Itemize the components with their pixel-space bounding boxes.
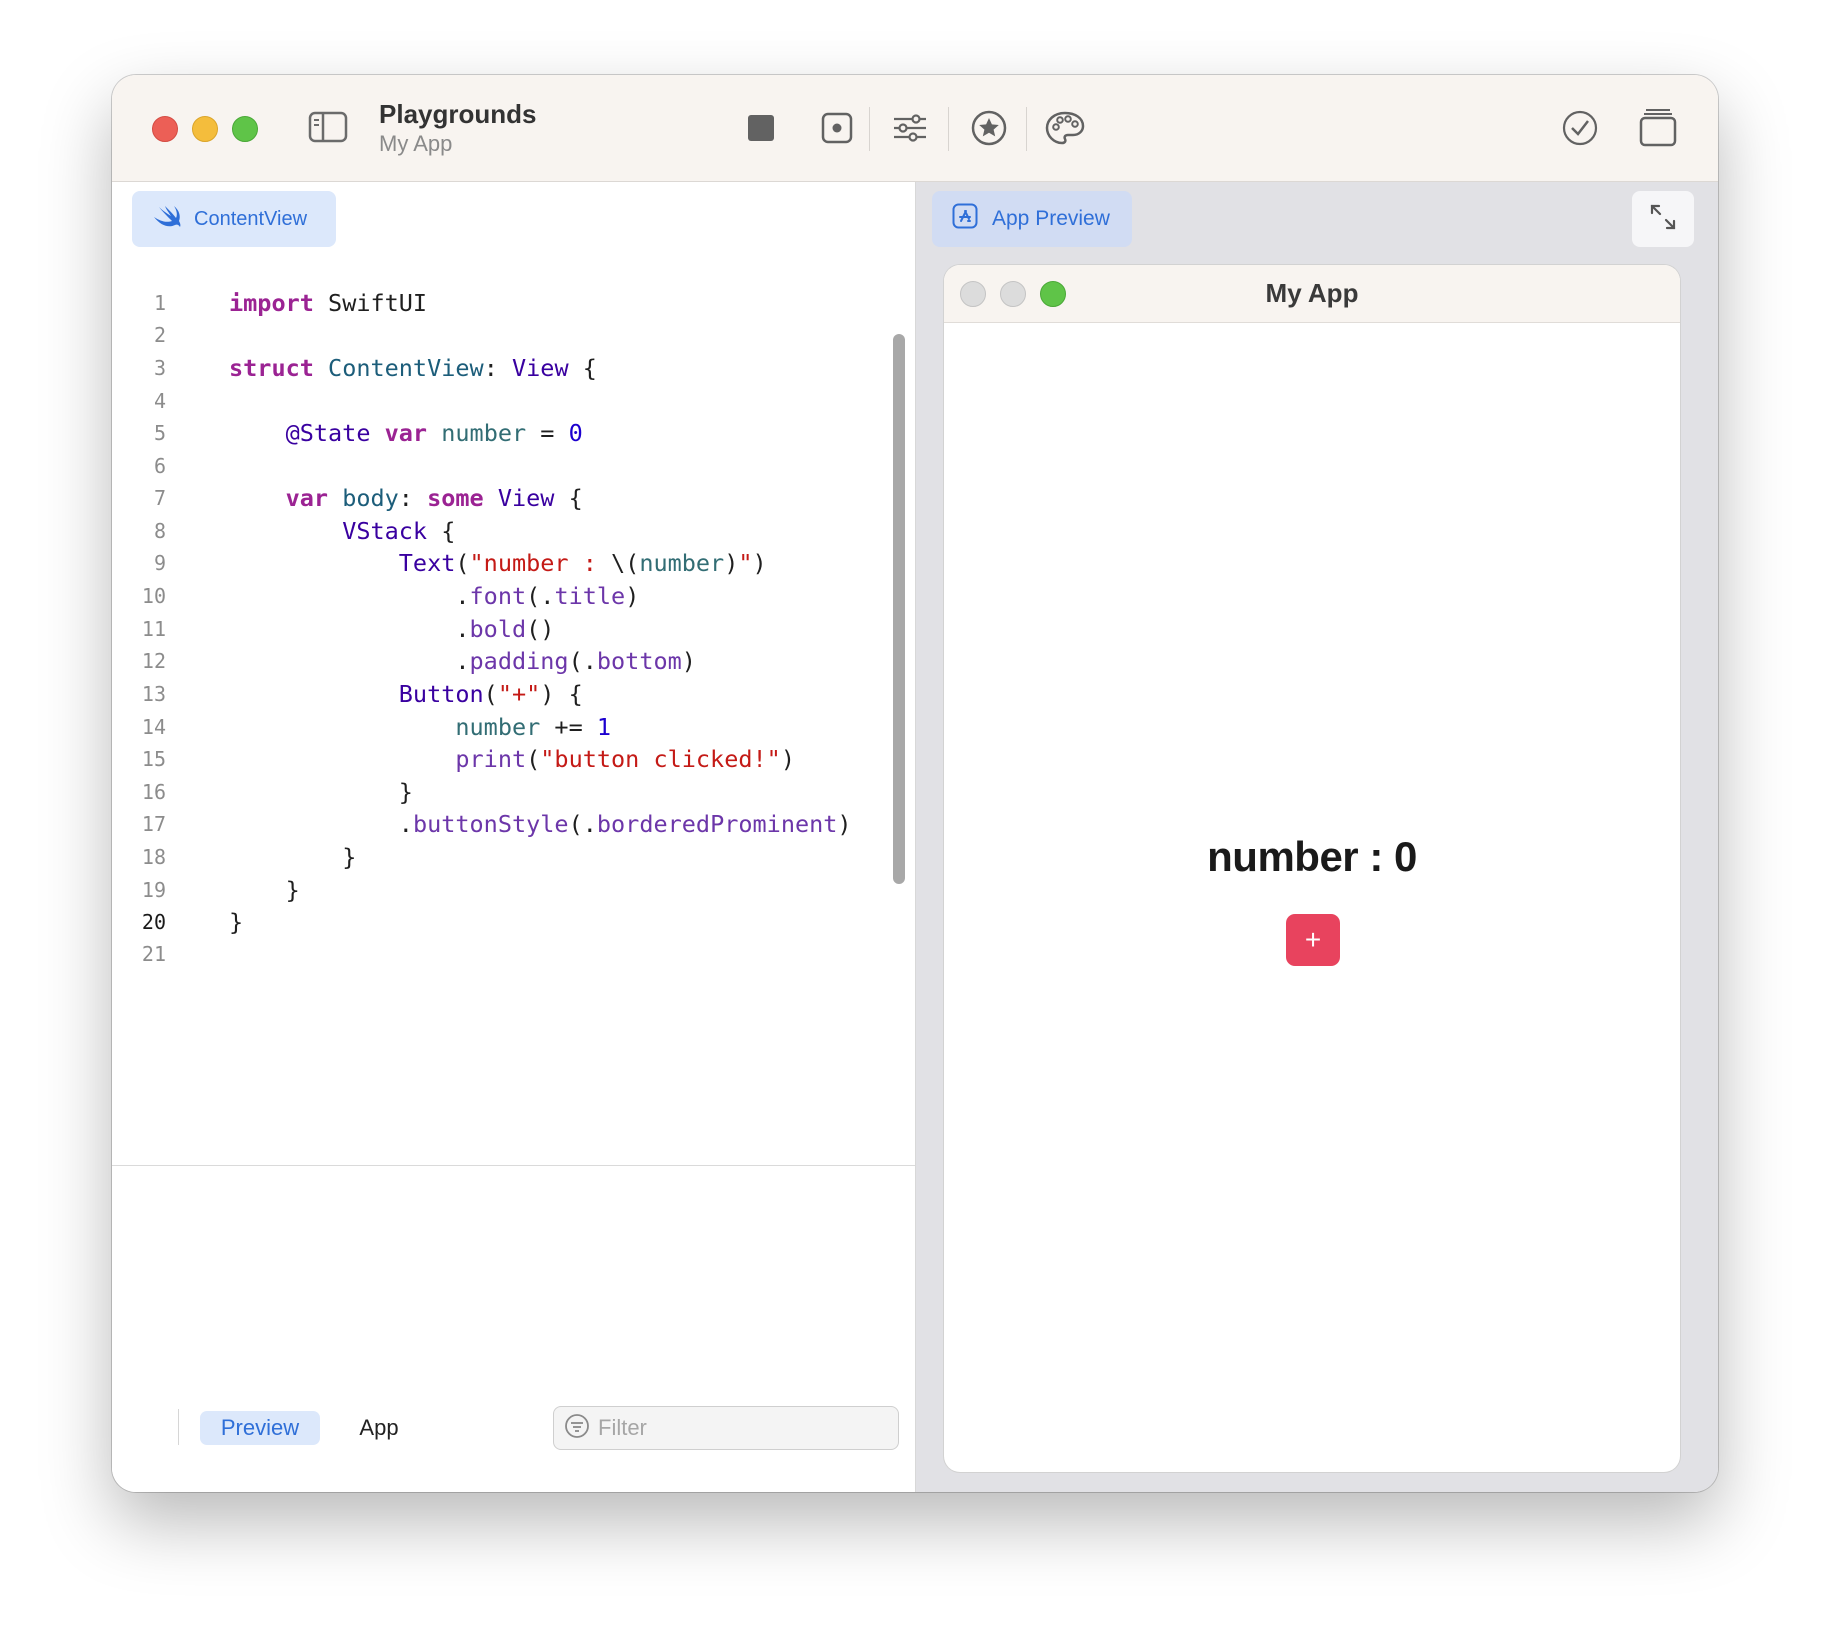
code-area[interactable]: 1 import SwiftUI 2 3 struct ContentView: Vie… (112, 284, 902, 1042)
expand-preview-button[interactable] (1632, 191, 1694, 247)
filter-icon (564, 1413, 590, 1444)
swift-icon (152, 203, 182, 235)
tab-app-preview-label: App Preview (992, 207, 1110, 230)
bottom-bar-separator (178, 1409, 179, 1445)
app-preview-window: My App number : 0 + (944, 265, 1680, 1472)
playgrounds-window: Playgrounds My App ContentView 1 import … (112, 75, 1718, 1492)
zoom-window-button[interactable] (232, 116, 258, 142)
segment-app[interactable]: App (340, 1411, 418, 1445)
title-bar: Playgrounds My App (112, 75, 1718, 182)
filter-field[interactable] (553, 1406, 899, 1450)
stop-icon[interactable] (740, 107, 782, 149)
expand-icon (1648, 202, 1678, 237)
windows-icon[interactable] (1636, 105, 1680, 149)
app-title: Playgrounds (379, 99, 537, 129)
filter-input[interactable] (598, 1415, 878, 1441)
toolbar-separator (948, 107, 949, 151)
record-icon[interactable] (816, 107, 858, 149)
checkmark-icon[interactable] (1558, 106, 1602, 150)
segment-preview[interactable]: Preview (200, 1411, 320, 1445)
close-window-button[interactable] (152, 116, 178, 142)
app-subtitle: My App (379, 131, 453, 156)
line-number: 21 (141, 942, 166, 966)
number-label: number : 0 (1207, 833, 1417, 880)
toolbar-separator (1026, 107, 1027, 151)
app-preview-titlebar: My App (944, 265, 1680, 323)
sliders-icon[interactable] (889, 107, 931, 149)
sidebar-toggle-icon[interactable] (306, 105, 350, 149)
palette-icon[interactable] (1042, 106, 1088, 150)
editor-console-divider[interactable] (112, 1165, 915, 1166)
toolbar-separator (869, 107, 870, 151)
app-preview-title: My App (1265, 278, 1359, 308)
minimize-window-button[interactable] (192, 116, 218, 142)
app-store-icon (952, 203, 978, 235)
code-line[interactable]: 21 (112, 935, 902, 973)
editor-scrollbar[interactable] (893, 334, 905, 884)
tab-contentview[interactable]: ContentView (132, 191, 336, 247)
star-icon[interactable] (967, 106, 1011, 150)
increment-button[interactable]: + (1286, 914, 1340, 966)
code-editor-pane: ContentView 1 import SwiftUI 2 3 struct Cont… (112, 182, 916, 1492)
tab-contentview-label: ContentView (194, 207, 308, 230)
preview-pane: App Preview My App number : 0 + (916, 182, 1718, 1492)
tab-app-preview[interactable]: App Preview (932, 191, 1132, 247)
